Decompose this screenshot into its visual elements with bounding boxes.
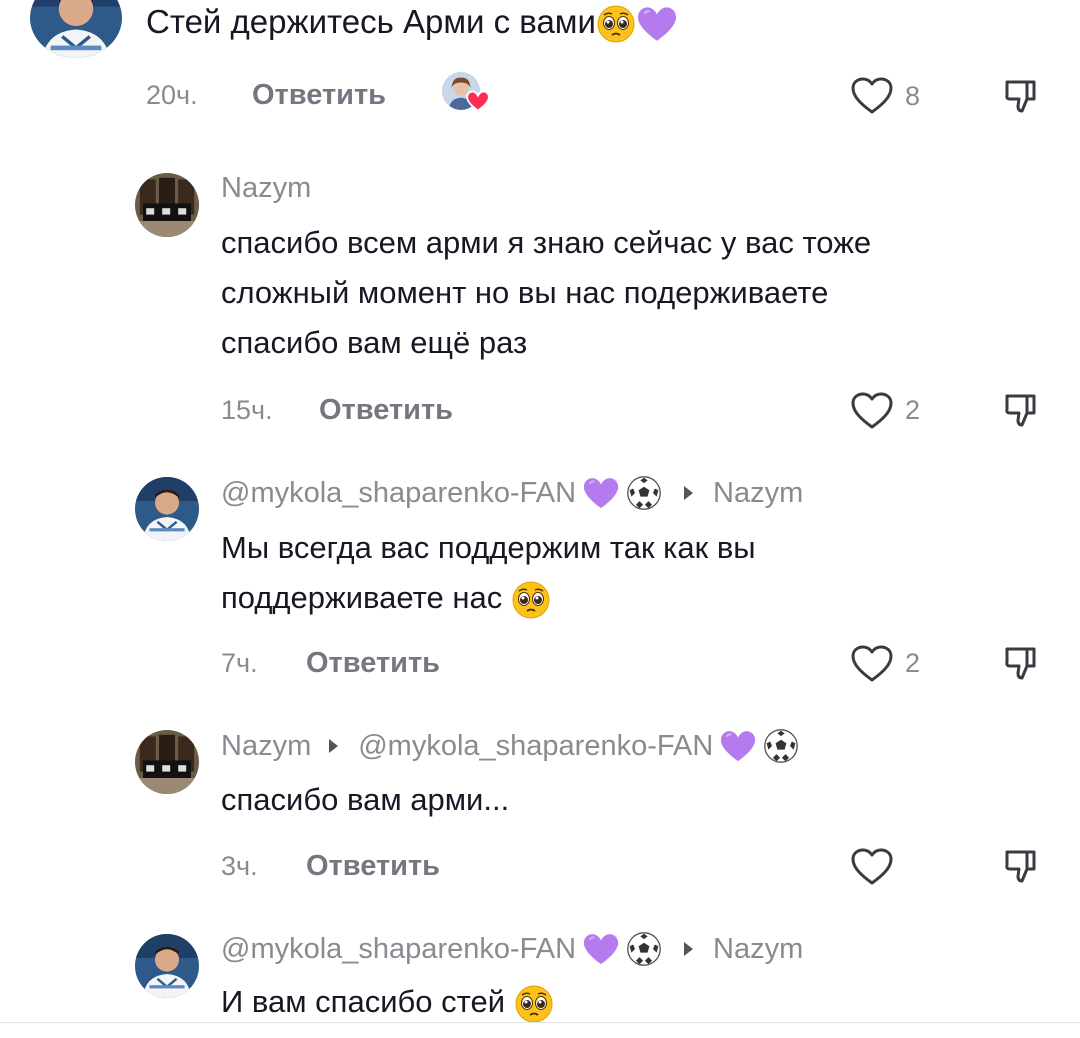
dislike-icon xyxy=(1002,846,1042,886)
reply-button[interactable]: Ответить xyxy=(306,647,440,680)
reply-to-username[interactable]: @mykola_shaparenko-FAN xyxy=(358,730,713,763)
like-button[interactable] xyxy=(850,644,894,684)
like-button[interactable] xyxy=(850,391,894,431)
dislike-button[interactable] xyxy=(1002,846,1042,886)
reply-username[interactable]: @mykola_shaparenko-FAN Nazym xyxy=(221,931,803,967)
like-button[interactable] xyxy=(850,76,894,116)
reply-arrow-icon xyxy=(329,739,339,753)
comment-time: 20ч. xyxy=(146,80,198,110)
reply-time: 7ч. xyxy=(221,648,258,678)
avatar[interactable] xyxy=(135,173,199,237)
dislike-icon xyxy=(1002,390,1042,430)
soccer-ball-emoji xyxy=(763,728,799,764)
purple-heart-emoji xyxy=(719,729,757,763)
reply-username[interactable]: Nazym @mykola_shaparenko-FAN xyxy=(221,728,799,764)
reply-text: И вам спасибо стей xyxy=(221,977,554,1027)
heart-outline-icon xyxy=(850,847,894,887)
avatar[interactable] xyxy=(135,730,199,794)
reply-text: Мы всегда вас поддержим так как вы подде… xyxy=(221,523,756,623)
pleading-face-emoji xyxy=(511,580,551,620)
heart-outline-icon xyxy=(850,76,894,116)
reply-to-username[interactable]: Nazym xyxy=(713,933,803,966)
reply-arrow-icon xyxy=(684,486,694,500)
heart-outline-icon xyxy=(850,644,894,684)
purple-heart-emoji xyxy=(582,476,620,510)
reply-button[interactable]: Ответить xyxy=(306,850,440,883)
reply-time: 3ч. xyxy=(221,851,258,881)
reply-button[interactable]: Ответить xyxy=(319,394,453,427)
reply-time: 15ч. xyxy=(221,395,273,425)
reply-button[interactable]: Ответить xyxy=(252,79,386,112)
dislike-icon xyxy=(1002,643,1042,683)
avatar[interactable] xyxy=(135,477,199,541)
reply-to-username[interactable]: Nazym xyxy=(713,477,803,510)
purple-heart-emoji xyxy=(582,932,620,966)
avatar[interactable] xyxy=(30,0,122,58)
like-count: 2 xyxy=(905,648,921,678)
purple-heart-emoji xyxy=(636,5,678,43)
reply-username[interactable]: @mykola_shaparenko-FAN Nazym xyxy=(221,475,803,511)
reply-username[interactable]: Nazym xyxy=(221,172,311,205)
like-button[interactable] xyxy=(850,847,894,887)
dislike-button[interactable] xyxy=(1002,76,1042,116)
pleading-face-emoji xyxy=(596,4,636,44)
like-count: 8 xyxy=(905,81,921,111)
avatar[interactable] xyxy=(135,934,199,998)
reply-text: спасибо вам арми... xyxy=(221,782,510,817)
comment-text: Стей держитесь Арми с вами xyxy=(146,0,678,47)
dislike-button[interactable] xyxy=(1002,390,1042,430)
divider xyxy=(0,1022,1080,1023)
reply-arrow-icon xyxy=(684,942,694,956)
dislike-button[interactable] xyxy=(1002,643,1042,683)
soccer-ball-emoji xyxy=(626,475,662,511)
liked-heart-icon xyxy=(466,90,490,112)
heart-outline-icon xyxy=(850,391,894,431)
soccer-ball-emoji xyxy=(626,931,662,967)
like-count: 2 xyxy=(905,395,921,425)
dislike-icon xyxy=(1002,76,1042,116)
pleading-face-emoji xyxy=(514,984,554,1024)
reply-text: спасибо всем арми я знаю сейчас у вас то… xyxy=(221,225,872,360)
author-liked-badge xyxy=(442,72,490,116)
